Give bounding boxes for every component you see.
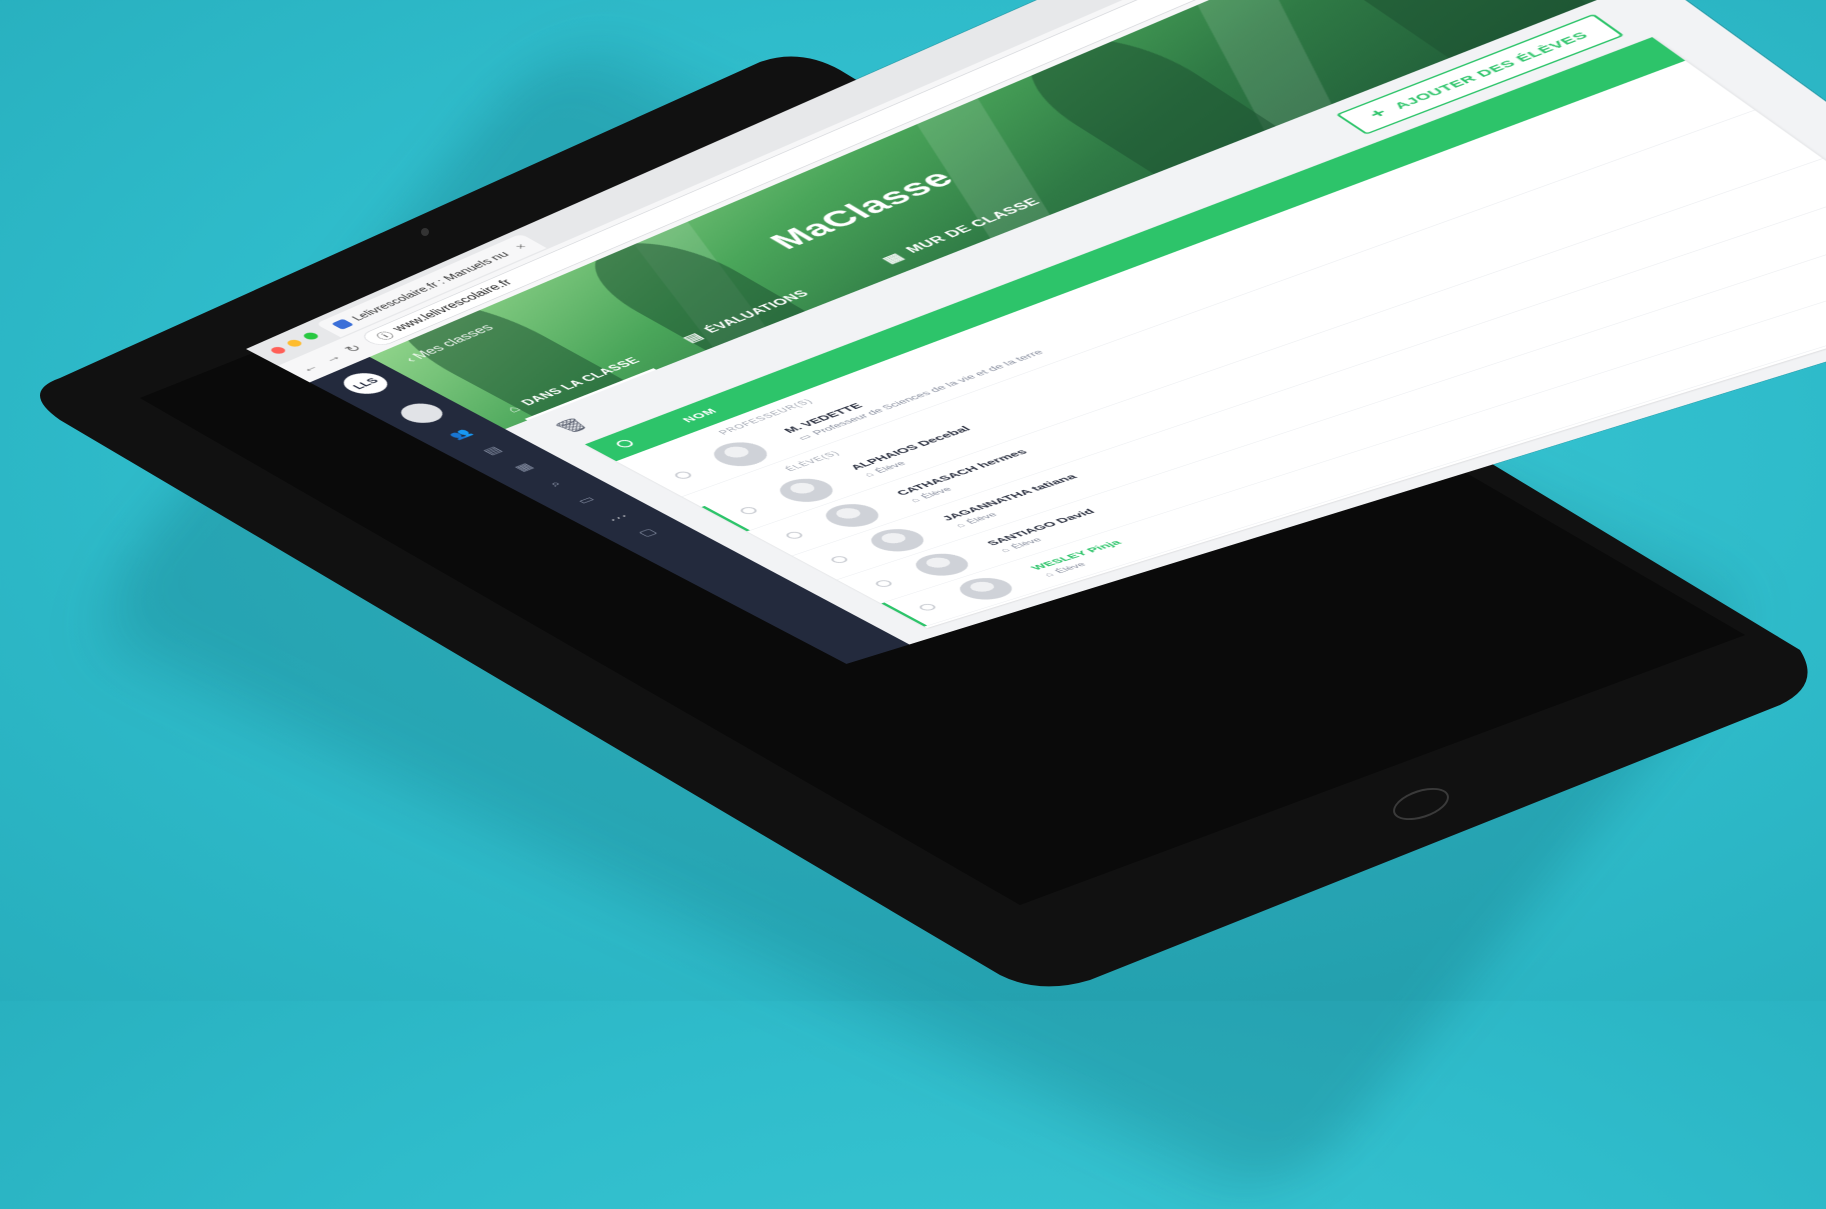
select-all-radio[interactable] <box>613 438 637 449</box>
row-radio[interactable] <box>872 578 895 589</box>
plus-icon: + <box>1364 105 1393 122</box>
camera-icon <box>421 228 429 236</box>
class-icon: ⌂ <box>502 403 525 415</box>
document-icon: ▤ <box>678 330 707 345</box>
logo-icon[interactable]: LLS <box>334 368 397 398</box>
row-radio[interactable] <box>916 602 939 612</box>
row-radio[interactable] <box>783 530 806 541</box>
close-window-button[interactable] <box>268 345 288 356</box>
info-icon: ⓘ <box>374 330 398 342</box>
wall-icon: ▦ <box>878 250 908 266</box>
more-icon[interactable]: ... <box>601 509 632 523</box>
teacher-icon: ▭ <box>794 432 815 442</box>
row-radio[interactable] <box>737 505 760 516</box>
student-cap-icon: ⌂ <box>1040 570 1057 578</box>
users-icon[interactable]: 👥 <box>445 427 476 441</box>
avatar <box>703 437 778 471</box>
scene: Lelivrescolaire.fr : Manuels nu × ← → ↻ … <box>0 0 1826 1001</box>
column-header-name[interactable]: NOM <box>679 407 720 424</box>
maximize-window-button[interactable] <box>300 331 321 341</box>
student-cap-icon: ⌂ <box>996 546 1013 554</box>
student-cap-icon: ⌂ <box>952 521 968 529</box>
row-radio[interactable] <box>828 554 851 565</box>
book-icon[interactable]: ▤ <box>477 444 507 458</box>
minimize-window-button[interactable] <box>284 338 305 348</box>
folder-icon[interactable]: ▢ <box>632 526 662 539</box>
student-cap-icon: ⌂ <box>860 470 877 479</box>
student-cap-icon: ⌂ <box>906 496 923 504</box>
reload-icon[interactable]: ↻ <box>341 342 366 354</box>
back-arrow-icon[interactable]: ← <box>295 361 322 374</box>
trash-icon[interactable]: 🗑 <box>549 416 594 437</box>
document-icon[interactable]: ▭ <box>571 493 601 506</box>
row-radio[interactable] <box>671 470 695 481</box>
favicon-icon <box>331 318 355 330</box>
avatar <box>949 573 1023 604</box>
tab-close-icon[interactable]: × <box>512 242 530 251</box>
search-icon[interactable]: ⌕ <box>540 477 570 491</box>
forward-arrow-icon[interactable]: → <box>318 351 345 364</box>
avatar[interactable] <box>392 399 452 427</box>
calendar-icon[interactable]: ▦ <box>509 460 539 474</box>
